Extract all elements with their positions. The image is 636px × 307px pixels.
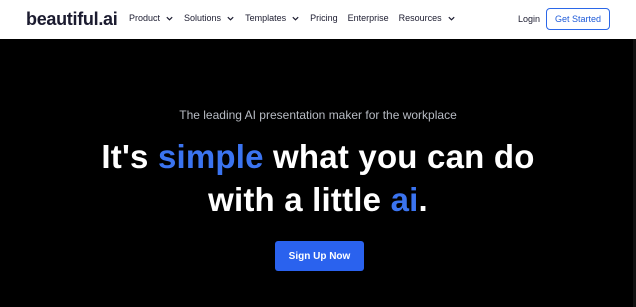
headline-text: It's [101,138,158,175]
headline-accent: ai [390,181,419,218]
hero-tagline: The leading AI presentation maker for th… [179,108,457,122]
menu-item-product[interactable]: Product [129,13,174,23]
chevron-down-icon [227,16,234,21]
menu-item-label: Product [129,13,161,23]
logo-text: beautiful [26,9,99,29]
headline-text: what you can do [263,138,535,175]
menu-item-label: Resources [398,13,442,23]
menu-item-label: Pricing [310,13,338,23]
login-link[interactable]: Login [518,14,540,24]
sign-up-button[interactable]: Sign Up Now [275,241,364,271]
chevron-down-icon [292,16,299,21]
brand-logo[interactable]: beautiful.ai [26,9,118,30]
menu-item-pricing[interactable]: Pricing [310,13,338,23]
menu-item-resources[interactable]: Resources [399,13,456,23]
hero-section: The leading AI presentation maker for th… [0,39,636,307]
chevron-down-icon [166,16,173,21]
chevron-down-icon [448,16,455,21]
main-menu: Product Solutions Templates Pricing Ente… [129,13,466,23]
menu-item-label: Solutions [184,13,222,23]
menu-item-templates[interactable]: Templates [245,13,300,23]
headline-text: . [418,181,428,218]
menu-item-label: Templates [245,13,287,23]
menu-item-solutions[interactable]: Solutions [184,13,235,23]
get-started-button[interactable]: Get Started [546,8,610,30]
menu-item-enterprise[interactable]: Enterprise [348,13,389,23]
hero-headline: It's simple what you can do with a littl… [0,135,636,221]
menu-item-label: Enterprise [347,13,389,23]
top-navbar: beautiful.ai Product Solutions Templates… [0,0,636,39]
headline-accent: simple [157,138,264,175]
logo-ai: ai [103,9,118,29]
headline-text: with a little [208,181,391,218]
